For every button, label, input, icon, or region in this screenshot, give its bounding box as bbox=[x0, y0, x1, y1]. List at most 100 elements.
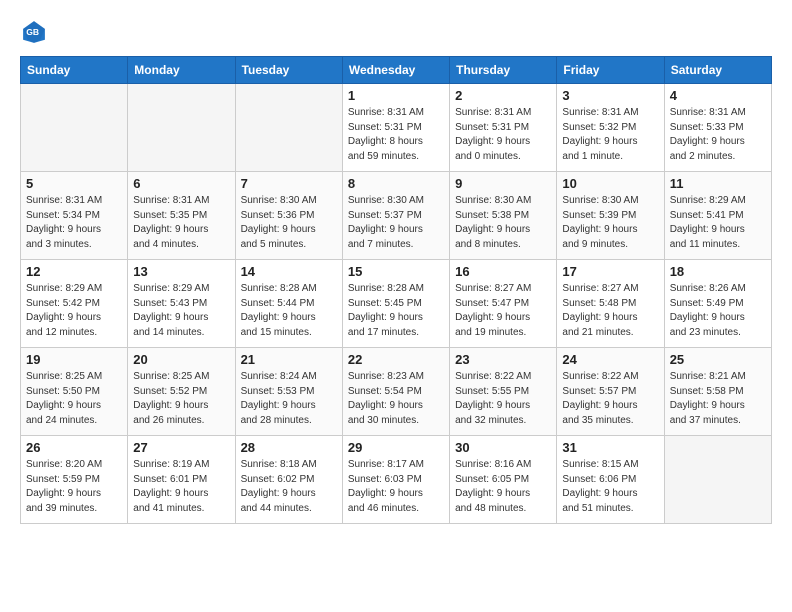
day-info: Sunrise: 8:31 AMSunset: 5:33 PMDaylight:… bbox=[670, 106, 766, 164]
day-cell: 4 Sunrise: 8:31 AMSunset: 5:33 PMDaylight… bbox=[664, 84, 771, 172]
day-cell: 21 Sunrise: 8:24 AMSunset: 5:53 PMDayligh… bbox=[235, 348, 342, 436]
day-cell: 9 Sunrise: 8:30 AMSunset: 5:38 PMDaylight… bbox=[450, 172, 557, 260]
day-number: 17 bbox=[562, 264, 658, 279]
day-cell: 2 Sunrise: 8:31 AMSunset: 5:31 PMDaylight… bbox=[450, 84, 557, 172]
day-cell bbox=[128, 84, 235, 172]
day-number: 3 bbox=[562, 88, 658, 103]
day-number: 31 bbox=[562, 440, 658, 455]
day-cell: 19 Sunrise: 8:25 AMSunset: 5:50 PMDayligh… bbox=[21, 348, 128, 436]
day-number: 30 bbox=[455, 440, 551, 455]
day-number: 22 bbox=[348, 352, 444, 367]
day-number: 16 bbox=[455, 264, 551, 279]
day-info: Sunrise: 8:31 AMSunset: 5:35 PMDaylight:… bbox=[133, 194, 229, 252]
day-number: 28 bbox=[241, 440, 337, 455]
logo: GB bbox=[20, 18, 52, 46]
day-cell: 30 Sunrise: 8:16 AMSunset: 6:05 PMDayligh… bbox=[450, 436, 557, 524]
day-cell: 18 Sunrise: 8:26 AMSunset: 5:49 PMDayligh… bbox=[664, 260, 771, 348]
day-info: Sunrise: 8:22 AMSunset: 5:57 PMDaylight:… bbox=[562, 370, 658, 428]
day-cell: 23Sunrise: 8:22 AMSunset: 5:55 PMDayligh… bbox=[450, 348, 557, 436]
svg-text:GB: GB bbox=[26, 27, 39, 37]
day-number: 5 bbox=[26, 176, 122, 191]
day-info: Sunrise: 8:31 AMSunset: 5:31 PMDaylight:… bbox=[348, 106, 444, 164]
day-number: 13 bbox=[133, 264, 229, 279]
weekday-header-friday: Friday bbox=[557, 57, 664, 84]
day-cell: 22 Sunrise: 8:23 AMSunset: 5:54 PMDayligh… bbox=[342, 348, 449, 436]
day-info: Sunrise: 8:30 AMSunset: 5:37 PMDaylight:… bbox=[348, 194, 444, 252]
day-number: 18 bbox=[670, 264, 766, 279]
day-info: Sunrise: 8:25 AMSunset: 5:50 PMDaylight:… bbox=[26, 370, 122, 428]
header: GB bbox=[20, 18, 772, 46]
day-info: Sunrise: 8:27 AMSunset: 5:48 PMDaylight:… bbox=[562, 282, 658, 340]
day-cell: 15 Sunrise: 8:28 AMSunset: 5:45 PMDayligh… bbox=[342, 260, 449, 348]
day-number: 24 bbox=[562, 352, 658, 367]
day-info: Sunrise: 8:20 AMSunset: 5:59 PMDaylight:… bbox=[26, 458, 122, 516]
day-info: Sunrise: 8:17 AMSunset: 6:03 PMDaylight:… bbox=[348, 458, 444, 516]
day-info: Sunrise: 8:30 AMSunset: 5:39 PMDaylight:… bbox=[562, 194, 658, 252]
day-number: 29 bbox=[348, 440, 444, 455]
day-info: Sunrise: 8:19 AMSunset: 6:01 PMDaylight:… bbox=[133, 458, 229, 516]
day-info: Sunrise: 8:27 AMSunset: 5:47 PMDaylight:… bbox=[455, 282, 551, 340]
week-row-3: 12 Sunrise: 8:29 AMSunset: 5:42 PMDayligh… bbox=[21, 260, 772, 348]
day-info: Sunrise: 8:23 AMSunset: 5:54 PMDaylight:… bbox=[348, 370, 444, 428]
day-cell: 28Sunrise: 8:18 AMSunset: 6:02 PMDayligh… bbox=[235, 436, 342, 524]
day-number: 12 bbox=[26, 264, 122, 279]
day-number: 6 bbox=[133, 176, 229, 191]
weekday-header-monday: Monday bbox=[128, 57, 235, 84]
day-cell: 14 Sunrise: 8:28 AMSunset: 5:44 PMDayligh… bbox=[235, 260, 342, 348]
day-info: Sunrise: 8:30 AMSunset: 5:36 PMDaylight:… bbox=[241, 194, 337, 252]
day-number: 26 bbox=[26, 440, 122, 455]
day-number: 4 bbox=[670, 88, 766, 103]
day-cell: 7Sunrise: 8:30 AMSunset: 5:36 PMDaylight… bbox=[235, 172, 342, 260]
day-info: Sunrise: 8:31 AMSunset: 5:34 PMDaylight:… bbox=[26, 194, 122, 252]
day-cell bbox=[664, 436, 771, 524]
weekday-header-saturday: Saturday bbox=[664, 57, 771, 84]
week-row-2: 5 Sunrise: 8:31 AMSunset: 5:34 PMDaylight… bbox=[21, 172, 772, 260]
day-number: 11 bbox=[670, 176, 766, 191]
day-info: Sunrise: 8:24 AMSunset: 5:53 PMDaylight:… bbox=[241, 370, 337, 428]
day-cell: 20Sunrise: 8:25 AMSunset: 5:52 PMDayligh… bbox=[128, 348, 235, 436]
day-number: 10 bbox=[562, 176, 658, 191]
day-cell bbox=[235, 84, 342, 172]
day-info: Sunrise: 8:21 AMSunset: 5:58 PMDaylight:… bbox=[670, 370, 766, 428]
day-info: Sunrise: 8:26 AMSunset: 5:49 PMDaylight:… bbox=[670, 282, 766, 340]
day-info: Sunrise: 8:28 AMSunset: 5:44 PMDaylight:… bbox=[241, 282, 337, 340]
calendar: SundayMondayTuesdayWednesdayThursdayFrid… bbox=[20, 56, 772, 524]
day-number: 23 bbox=[455, 352, 551, 367]
day-info: Sunrise: 8:28 AMSunset: 5:45 PMDaylight:… bbox=[348, 282, 444, 340]
day-info: Sunrise: 8:29 AMSunset: 5:42 PMDaylight:… bbox=[26, 282, 122, 340]
day-number: 27 bbox=[133, 440, 229, 455]
weekday-header-tuesday: Tuesday bbox=[235, 57, 342, 84]
day-cell: 24 Sunrise: 8:22 AMSunset: 5:57 PMDayligh… bbox=[557, 348, 664, 436]
day-info: Sunrise: 8:31 AMSunset: 5:32 PMDaylight:… bbox=[562, 106, 658, 164]
day-cell: 16 Sunrise: 8:27 AMSunset: 5:47 PMDayligh… bbox=[450, 260, 557, 348]
day-cell: 31 Sunrise: 8:15 AMSunset: 6:06 PMDayligh… bbox=[557, 436, 664, 524]
day-info: Sunrise: 8:16 AMSunset: 6:05 PMDaylight:… bbox=[455, 458, 551, 516]
day-number: 15 bbox=[348, 264, 444, 279]
day-number: 19 bbox=[26, 352, 122, 367]
day-cell: 3 Sunrise: 8:31 AMSunset: 5:32 PMDaylight… bbox=[557, 84, 664, 172]
day-number: 21 bbox=[241, 352, 337, 367]
day-number: 25 bbox=[670, 352, 766, 367]
day-number: 8 bbox=[348, 176, 444, 191]
day-cell: 6 Sunrise: 8:31 AMSunset: 5:35 PMDaylight… bbox=[128, 172, 235, 260]
day-number: 9 bbox=[455, 176, 551, 191]
day-cell: 17 Sunrise: 8:27 AMSunset: 5:48 PMDayligh… bbox=[557, 260, 664, 348]
week-row-1: 1 Sunrise: 8:31 AMSunset: 5:31 PMDaylight… bbox=[21, 84, 772, 172]
day-number: 2 bbox=[455, 88, 551, 103]
day-info: Sunrise: 8:15 AMSunset: 6:06 PMDaylight:… bbox=[562, 458, 658, 516]
day-cell: 1 Sunrise: 8:31 AMSunset: 5:31 PMDaylight… bbox=[342, 84, 449, 172]
day-cell: 8 Sunrise: 8:30 AMSunset: 5:37 PMDaylight… bbox=[342, 172, 449, 260]
weekday-header-sunday: Sunday bbox=[21, 57, 128, 84]
day-cell: 12 Sunrise: 8:29 AMSunset: 5:42 PMDayligh… bbox=[21, 260, 128, 348]
day-info: Sunrise: 8:30 AMSunset: 5:38 PMDaylight:… bbox=[455, 194, 551, 252]
day-number: 1 bbox=[348, 88, 444, 103]
day-cell: 11 Sunrise: 8:29 AMSunset: 5:41 PMDayligh… bbox=[664, 172, 771, 260]
day-info: Sunrise: 8:29 AMSunset: 5:41 PMDaylight:… bbox=[670, 194, 766, 252]
day-cell: 27 Sunrise: 8:19 AMSunset: 6:01 PMDayligh… bbox=[128, 436, 235, 524]
weekday-header-thursday: Thursday bbox=[450, 57, 557, 84]
day-number: 14 bbox=[241, 264, 337, 279]
day-cell: 5 Sunrise: 8:31 AMSunset: 5:34 PMDaylight… bbox=[21, 172, 128, 260]
day-info: Sunrise: 8:31 AMSunset: 5:31 PMDaylight:… bbox=[455, 106, 551, 164]
weekday-header-wednesday: Wednesday bbox=[342, 57, 449, 84]
week-row-5: 26 Sunrise: 8:20 AMSunset: 5:59 PMDayligh… bbox=[21, 436, 772, 524]
